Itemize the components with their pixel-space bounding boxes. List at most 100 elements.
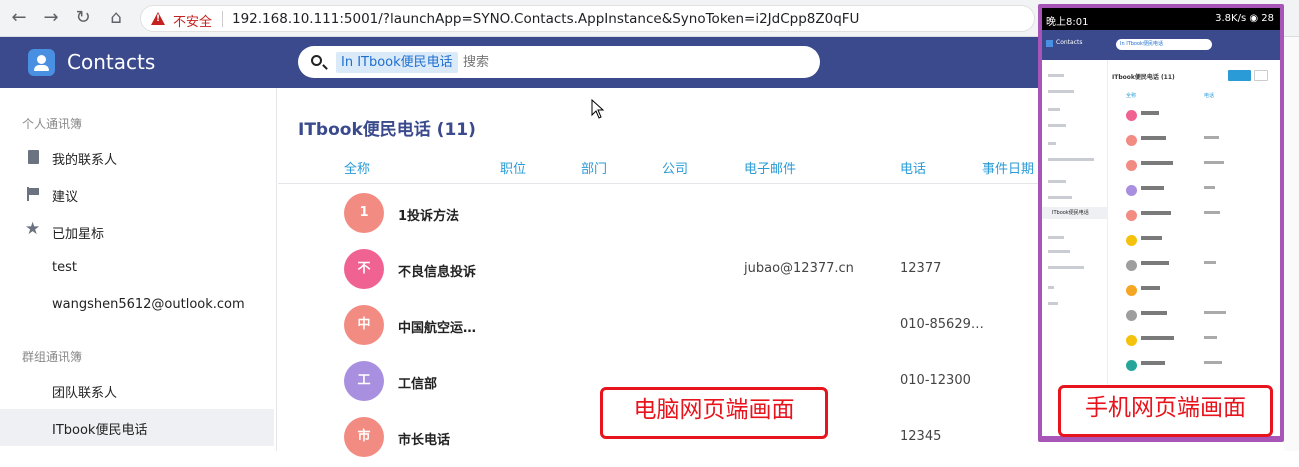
- contact-phone: 12377: [900, 261, 942, 276]
- sidebar-item-label: 已加星标: [52, 227, 105, 242]
- mobile-network-speed: 3.8K/s: [1215, 13, 1247, 24]
- mobile-contact-phone: [1204, 186, 1215, 189]
- sidebar-item-my-contacts[interactable]: 我的联系人: [0, 139, 274, 176]
- star-icon: ★: [25, 219, 41, 239]
- mobile-app-title: Contacts: [1056, 39, 1083, 46]
- mobile-table-row[interactable]: [1108, 157, 1280, 181]
- mobile-more-button[interactable]: [1254, 70, 1268, 81]
- avatar: 不: [344, 249, 384, 289]
- column-header-event-date[interactable]: 事件日期: [982, 158, 1034, 177]
- mobile-column-header-name[interactable]: 全称: [1126, 92, 1136, 99]
- mobile-status-bar: 晚上8:01 3.8K/s ◉ 28: [1042, 8, 1280, 30]
- home-icon[interactable]: ⌂: [105, 7, 127, 29]
- column-header-department[interactable]: 部门: [581, 158, 607, 177]
- mobile-sidebar-line: [1048, 286, 1054, 289]
- mobile-contact-phone: [1204, 211, 1220, 214]
- mobile-status-time: 晚上8:01: [1046, 17, 1089, 28]
- mobile-table-row[interactable]: [1108, 182, 1280, 206]
- mobile-table-row[interactable]: [1108, 232, 1280, 256]
- table-row[interactable]: 中中国航空运… 010-85629…: [278, 299, 1038, 355]
- url-text[interactable]: 192.168.10.111:5001/?launchApp=SYNO.Cont…: [232, 11, 859, 27]
- address-bar[interactable]: 不安全 192.168.10.111:5001/?launchApp=SYNO.…: [140, 5, 1035, 32]
- sidebar-item-suggestions[interactable]: 建议: [0, 176, 274, 213]
- table-row[interactable]: 不不良信息投诉 jubao@12377.cn 12377: [278, 243, 1038, 299]
- contact-phone: 12345: [900, 429, 942, 444]
- app-header: Contacts In ITbook便民电话: [0, 37, 1040, 88]
- mobile-contact-phone: [1204, 336, 1217, 339]
- mobile-table-row[interactable]: [1108, 282, 1280, 306]
- contact-phone: 010-12300: [900, 373, 971, 388]
- sidebar-item-label: 我的联系人: [52, 153, 118, 168]
- mobile-table-row[interactable]: [1108, 207, 1280, 231]
- search-box[interactable]: In ITbook便民电话: [298, 46, 820, 78]
- sidebar-item-outlook[interactable]: wangshen5612@outlook.com: [0, 287, 274, 324]
- sidebar-item-label: test: [52, 260, 77, 275]
- warning-icon[interactable]: [151, 12, 165, 25]
- back-arrow-icon[interactable]: ←: [8, 7, 30, 29]
- mouse-cursor-shape: [591, 99, 605, 119]
- avatar: 市: [344, 417, 384, 457]
- search-icon[interactable]: [311, 55, 322, 66]
- mobile-contact-name: [1141, 136, 1166, 140]
- mobile-search-box[interactable]: In ITbook便民电话: [1116, 39, 1212, 50]
- avatar: 1: [344, 193, 384, 233]
- mobile-sidebar-line: [1048, 250, 1070, 253]
- mobile-table-row[interactable]: [1108, 132, 1280, 156]
- sidebar-item-label: 建议: [52, 190, 79, 205]
- table-row[interactable]: 1 1投诉方法: [278, 187, 1038, 243]
- column-header-phone[interactable]: 电话: [900, 158, 926, 177]
- mobile-contacts-logo-icon: [1046, 40, 1053, 47]
- mobile-avatar: [1126, 235, 1137, 246]
- reload-icon[interactable]: ↻: [72, 7, 94, 29]
- mobile-contact-phone: [1204, 161, 1224, 164]
- column-header-company[interactable]: 公司: [662, 158, 688, 177]
- sidebar-item-test[interactable]: test: [0, 250, 274, 287]
- mobile-contact-name: [1141, 261, 1169, 265]
- address-book-icon: [28, 150, 39, 164]
- mobile-table-row[interactable]: [1108, 307, 1280, 331]
- mobile-contact-phone: [1204, 361, 1222, 364]
- contact-phone: 010-85629…: [900, 317, 984, 332]
- address-separator: [222, 11, 223, 27]
- browser-scrollbar[interactable]: [1284, 37, 1299, 451]
- column-header-name[interactable]: 全称: [344, 158, 370, 177]
- mobile-table-row[interactable]: [1108, 107, 1280, 131]
- mobile-table-row[interactable]: [1108, 357, 1280, 381]
- sidebar-item-label: wangshen5612@outlook.com: [52, 297, 245, 312]
- contact-email: jubao@12377.cn: [744, 261, 854, 276]
- mobile-column-header-phone[interactable]: 电话: [1204, 92, 1214, 99]
- column-header-title[interactable]: 职位: [500, 158, 526, 177]
- mobile-contact-name: [1141, 361, 1165, 365]
- mobile-screen: 晚上8:01 3.8K/s ◉ 28 Contacts In ITbook便民电…: [1042, 8, 1280, 436]
- forward-arrow-icon[interactable]: →: [40, 7, 62, 29]
- mobile-contact-phone: [1204, 136, 1219, 139]
- pc-view-annotation: 电脑网页端画面: [600, 387, 828, 439]
- mobile-table-row[interactable]: [1108, 332, 1280, 356]
- sidebar-item-team-contacts[interactable]: 团队联系人: [0, 372, 274, 409]
- mobile-avatar: [1126, 135, 1137, 146]
- mobile-avatar: [1126, 210, 1137, 221]
- mobile-avatar: [1126, 285, 1137, 296]
- column-header-email[interactable]: 电子邮件: [744, 158, 796, 177]
- security-label[interactable]: 不安全: [173, 11, 212, 30]
- mobile-contact-phone: [1204, 261, 1216, 264]
- sidebar-item-starred[interactable]: ★ 已加星标: [0, 213, 274, 250]
- contact-name: 1投诉方法: [398, 209, 460, 224]
- sidebar-item-itbook[interactable]: ITbook便民电话: [0, 409, 274, 446]
- mobile-sidebar-line: [1048, 180, 1066, 183]
- mobile-sidebar-line: [1048, 108, 1060, 111]
- mobile-table-row[interactable]: [1108, 257, 1280, 281]
- mobile-contact-name: [1141, 286, 1160, 290]
- mobile-list-title: ITbook便民电话 (11): [1112, 74, 1175, 81]
- mobile-contact-name: [1141, 236, 1162, 240]
- mobile-new-button[interactable]: [1228, 70, 1251, 81]
- contacts-logo-icon: [28, 49, 55, 76]
- mobile-avatar: [1126, 160, 1137, 171]
- search-scope-chip[interactable]: In ITbook便民电话: [336, 52, 458, 73]
- mobile-view-annotation: 手机网页端画面: [1058, 385, 1273, 437]
- sidebar-item-label: ITbook便民电话: [52, 423, 148, 438]
- personal-addressbooks-title: 个人通讯簿: [22, 117, 83, 131]
- search-input[interactable]: [463, 52, 763, 73]
- mobile-sidebar-line: [1048, 196, 1072, 199]
- contact-name: 工信部: [398, 377, 438, 392]
